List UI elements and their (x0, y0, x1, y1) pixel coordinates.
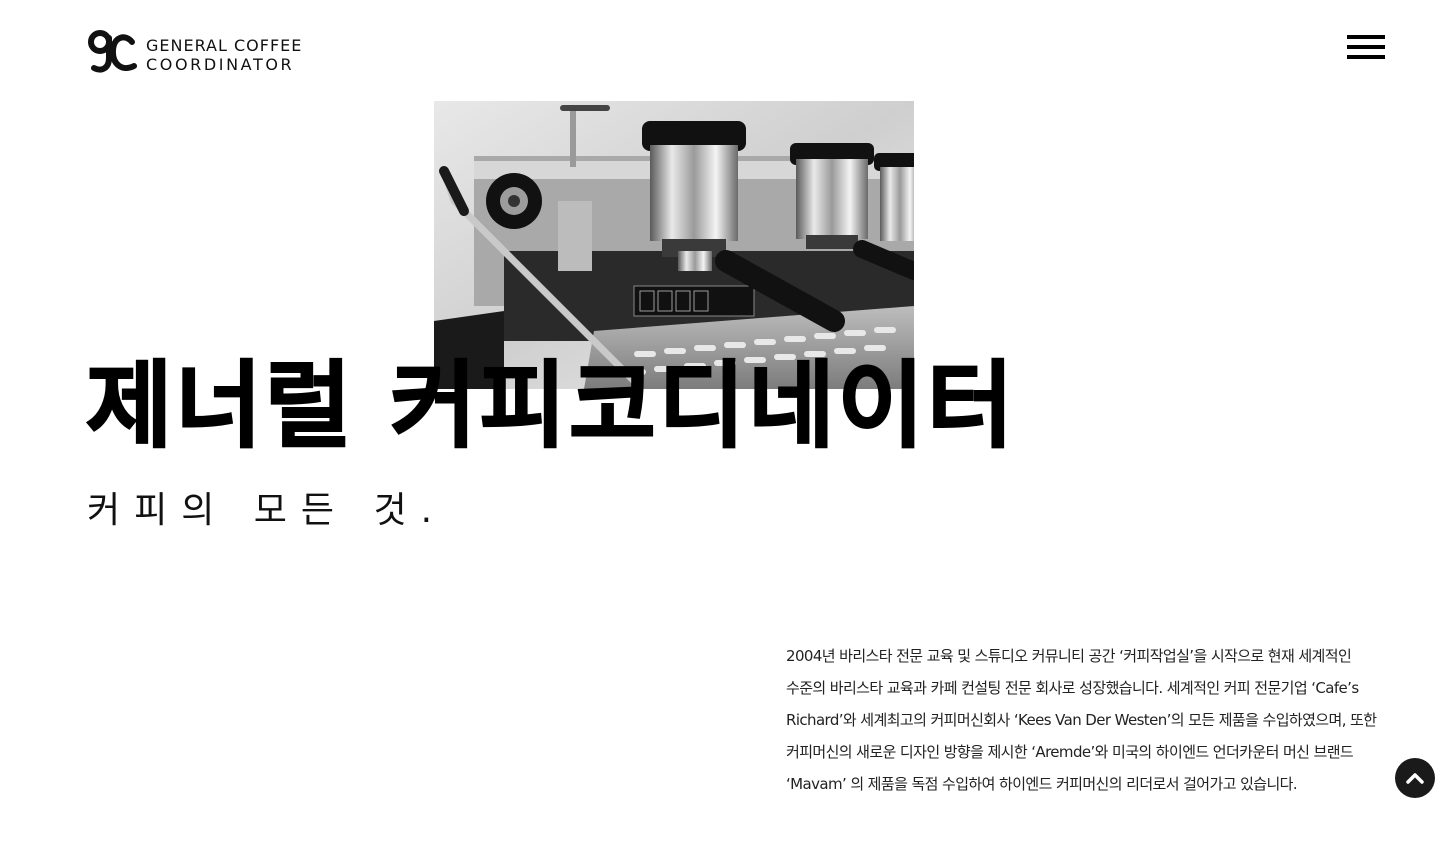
chevron-up-icon (1406, 773, 1424, 784)
hero-title: 제너럴 커피코디네이터 (85, 351, 1017, 462)
menu-bar-bottom (1347, 55, 1385, 59)
hero-image (434, 101, 914, 389)
gc-monogram-icon (88, 30, 137, 73)
scroll-top-button[interactable] (1395, 758, 1435, 798)
logo-link[interactable]: GENERAL COFFEE COORDINATOR (86, 28, 302, 82)
page: GENERAL COFFEE COORDINATOR 제너럴 커피코디네이터 커… (0, 0, 1454, 842)
espresso-machine-image (434, 101, 914, 389)
logo-wordmark: GENERAL COFFEE COORDINATOR (146, 36, 302, 74)
company-description: 2004년 바리스타 전문 교육 및 스튜디오 커뮤니티 공간 ‘커피작업실’을… (786, 647, 1377, 793)
logo-line-1: GENERAL COFFEE (146, 36, 303, 55)
menu-bar-top (1347, 35, 1385, 39)
logo-line-2: COORDINATOR (146, 55, 295, 74)
menu-button[interactable] (1347, 33, 1387, 63)
hero-subtitle: 커피의 모든 것. (87, 490, 447, 531)
menu-bar-middle (1347, 45, 1385, 49)
